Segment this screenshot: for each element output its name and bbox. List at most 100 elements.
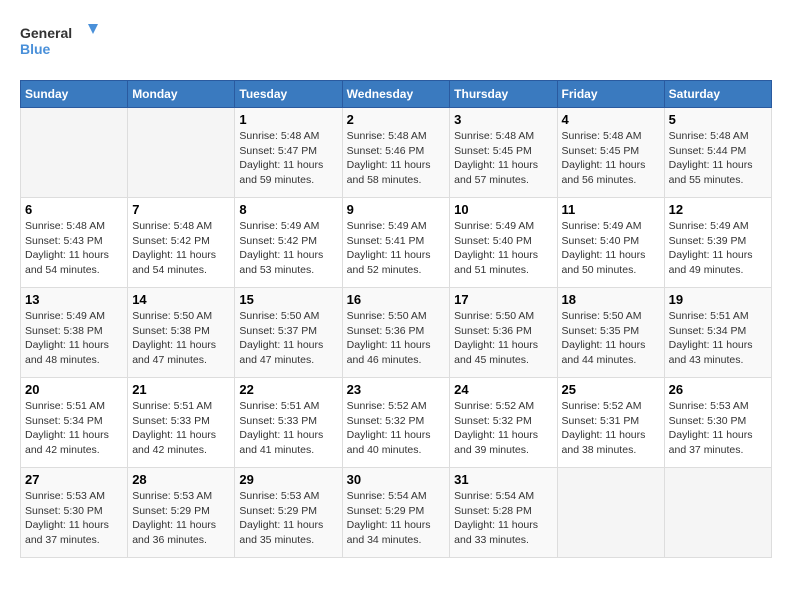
calendar-cell: 2Sunrise: 5:48 AMSunset: 5:46 PMDaylight…: [342, 108, 450, 198]
day-number: 22: [239, 382, 337, 397]
day-info: Sunrise: 5:49 AMSunset: 5:40 PMDaylight:…: [562, 219, 660, 278]
calendar-cell: 9 Sunrise: 5:49 AMSunset: 5:41 PMDaylight…: [342, 198, 450, 288]
day-number: 14: [132, 292, 230, 307]
calendar-week-row: 1 Sunrise: 5:48 AMSunset: 5:47 PMDaylight…: [21, 108, 772, 198]
day-info: Sunrise: 5:49 AMSunset: 5:41 PMDaylight:…: [347, 219, 446, 278]
day-number: 2: [347, 112, 446, 127]
day-number: 3: [454, 112, 552, 127]
calendar-week-row: 13Sunrise: 5:49 AMSunset: 5:38 PMDayligh…: [21, 288, 772, 378]
day-info: Sunrise: 5:51 AMSunset: 5:34 PMDaylight:…: [669, 309, 767, 368]
calendar-cell: 11 Sunrise: 5:49 AMSunset: 5:40 PMDayligh…: [557, 198, 664, 288]
day-number: 12: [669, 202, 767, 217]
page-header: General Blue: [20, 20, 772, 64]
day-info: Sunrise: 5:52 AMSunset: 5:31 PMDaylight:…: [562, 399, 660, 458]
calendar-cell: [21, 108, 128, 198]
calendar-cell: 7Sunrise: 5:48 AMSunset: 5:42 PMDaylight…: [128, 198, 235, 288]
day-info: Sunrise: 5:48 AMSunset: 5:43 PMDaylight:…: [25, 219, 123, 278]
calendar-cell: 31Sunrise: 5:54 AMSunset: 5:28 PMDayligh…: [450, 468, 557, 558]
svg-text:General: General: [20, 25, 72, 41]
calendar-cell: 25 Sunrise: 5:52 AMSunset: 5:31 PMDayligh…: [557, 378, 664, 468]
calendar-header: SundayMondayTuesdayWednesdayThursdayFrid…: [21, 81, 772, 108]
day-number: 4: [562, 112, 660, 127]
day-info: Sunrise: 5:53 AMSunset: 5:30 PMDaylight:…: [25, 489, 123, 548]
day-number: 8: [239, 202, 337, 217]
day-number: 24: [454, 382, 552, 397]
weekday-row: SundayMondayTuesdayWednesdayThursdayFrid…: [21, 81, 772, 108]
day-number: 18: [562, 292, 660, 307]
weekday-header: Saturday: [664, 81, 771, 108]
calendar-cell: 24 Sunrise: 5:52 AMSunset: 5:32 PMDayligh…: [450, 378, 557, 468]
day-info: Sunrise: 5:50 AMSunset: 5:35 PMDaylight:…: [562, 309, 660, 368]
day-number: 20: [25, 382, 123, 397]
day-number: 19: [669, 292, 767, 307]
day-number: 25: [562, 382, 660, 397]
day-number: 29: [239, 472, 337, 487]
day-info: Sunrise: 5:51 AMSunset: 5:34 PMDaylight:…: [25, 399, 123, 458]
day-info: Sunrise: 5:52 AMSunset: 5:32 PMDaylight:…: [454, 399, 552, 458]
day-info: Sunrise: 5:53 AMSunset: 5:29 PMDaylight:…: [132, 489, 230, 548]
calendar-cell: 29 Sunrise: 5:53 AMSunset: 5:29 PMDayligh…: [235, 468, 342, 558]
day-number: 15: [239, 292, 337, 307]
day-number: 27: [25, 472, 123, 487]
day-number: 1: [239, 112, 337, 127]
weekday-header: Friday: [557, 81, 664, 108]
calendar-cell: 14Sunrise: 5:50 AMSunset: 5:38 PMDayligh…: [128, 288, 235, 378]
day-number: 5: [669, 112, 767, 127]
day-info: Sunrise: 5:53 AMSunset: 5:29 PMDaylight:…: [239, 489, 337, 548]
calendar-cell: [128, 108, 235, 198]
calendar-cell: 17 Sunrise: 5:50 AMSunset: 5:36 PMDayligh…: [450, 288, 557, 378]
day-info: Sunrise: 5:52 AMSunset: 5:32 PMDaylight:…: [347, 399, 446, 458]
calendar-cell: 19 Sunrise: 5:51 AMSunset: 5:34 PMDayligh…: [664, 288, 771, 378]
weekday-header: Sunday: [21, 81, 128, 108]
day-info: Sunrise: 5:51 AMSunset: 5:33 PMDaylight:…: [239, 399, 337, 458]
calendar-cell: [664, 468, 771, 558]
day-number: 9: [347, 202, 446, 217]
day-number: 21: [132, 382, 230, 397]
day-info: Sunrise: 5:49 AMSunset: 5:39 PMDaylight:…: [669, 219, 767, 278]
day-info: Sunrise: 5:48 AMSunset: 5:45 PMDaylight:…: [562, 129, 660, 188]
calendar-cell: 15 Sunrise: 5:50 AMSunset: 5:37 PMDayligh…: [235, 288, 342, 378]
calendar-week-row: 6Sunrise: 5:48 AMSunset: 5:43 PMDaylight…: [21, 198, 772, 288]
logo-svg: General Blue: [20, 20, 100, 64]
calendar-cell: 8 Sunrise: 5:49 AMSunset: 5:42 PMDaylight…: [235, 198, 342, 288]
svg-text:Blue: Blue: [20, 41, 51, 57]
day-info: Sunrise: 5:49 AMSunset: 5:40 PMDaylight:…: [454, 219, 552, 278]
weekday-header: Tuesday: [235, 81, 342, 108]
calendar-cell: 28 Sunrise: 5:53 AMSunset: 5:29 PMDayligh…: [128, 468, 235, 558]
day-number: 16: [347, 292, 446, 307]
day-number: 13: [25, 292, 123, 307]
calendar-cell: 16 Sunrise: 5:50 AMSunset: 5:36 PMDayligh…: [342, 288, 450, 378]
calendar-cell: 1 Sunrise: 5:48 AMSunset: 5:47 PMDaylight…: [235, 108, 342, 198]
weekday-header: Monday: [128, 81, 235, 108]
day-number: 23: [347, 382, 446, 397]
day-info: Sunrise: 5:49 AMSunset: 5:42 PMDaylight:…: [239, 219, 337, 278]
calendar-cell: 23 Sunrise: 5:52 AMSunset: 5:32 PMDayligh…: [342, 378, 450, 468]
day-number: 28: [132, 472, 230, 487]
calendar-cell: 21 Sunrise: 5:51 AMSunset: 5:33 PMDayligh…: [128, 378, 235, 468]
day-info: Sunrise: 5:53 AMSunset: 5:30 PMDaylight:…: [669, 399, 767, 458]
weekday-header: Wednesday: [342, 81, 450, 108]
calendar-cell: 10 Sunrise: 5:49 AMSunset: 5:40 PMDayligh…: [450, 198, 557, 288]
calendar-week-row: 20 Sunrise: 5:51 AMSunset: 5:34 PMDayligh…: [21, 378, 772, 468]
day-info: Sunrise: 5:50 AMSunset: 5:36 PMDaylight:…: [347, 309, 446, 368]
calendar-cell: 4 Sunrise: 5:48 AMSunset: 5:45 PMDaylight…: [557, 108, 664, 198]
day-info: Sunrise: 5:51 AMSunset: 5:33 PMDaylight:…: [132, 399, 230, 458]
day-number: 17: [454, 292, 552, 307]
day-info: Sunrise: 5:48 AMSunset: 5:47 PMDaylight:…: [239, 129, 337, 188]
day-info: Sunrise: 5:54 AMSunset: 5:28 PMDaylight:…: [454, 489, 552, 548]
calendar-cell: 27 Sunrise: 5:53 AMSunset: 5:30 PMDayligh…: [21, 468, 128, 558]
calendar-cell: 26Sunrise: 5:53 AMSunset: 5:30 PMDayligh…: [664, 378, 771, 468]
calendar-cell: 12 Sunrise: 5:49 AMSunset: 5:39 PMDayligh…: [664, 198, 771, 288]
calendar-cell: 22 Sunrise: 5:51 AMSunset: 5:33 PMDayligh…: [235, 378, 342, 468]
day-info: Sunrise: 5:50 AMSunset: 5:36 PMDaylight:…: [454, 309, 552, 368]
day-number: 10: [454, 202, 552, 217]
calendar-cell: 5Sunrise: 5:48 AMSunset: 5:44 PMDaylight…: [664, 108, 771, 198]
weekday-header: Thursday: [450, 81, 557, 108]
day-number: 11: [562, 202, 660, 217]
day-info: Sunrise: 5:50 AMSunset: 5:37 PMDaylight:…: [239, 309, 337, 368]
day-info: Sunrise: 5:54 AMSunset: 5:29 PMDaylight:…: [347, 489, 446, 548]
day-number: 7: [132, 202, 230, 217]
calendar-cell: 18 Sunrise: 5:50 AMSunset: 5:35 PMDayligh…: [557, 288, 664, 378]
calendar-cell: 6Sunrise: 5:48 AMSunset: 5:43 PMDaylight…: [21, 198, 128, 288]
logo: General Blue: [20, 20, 100, 64]
